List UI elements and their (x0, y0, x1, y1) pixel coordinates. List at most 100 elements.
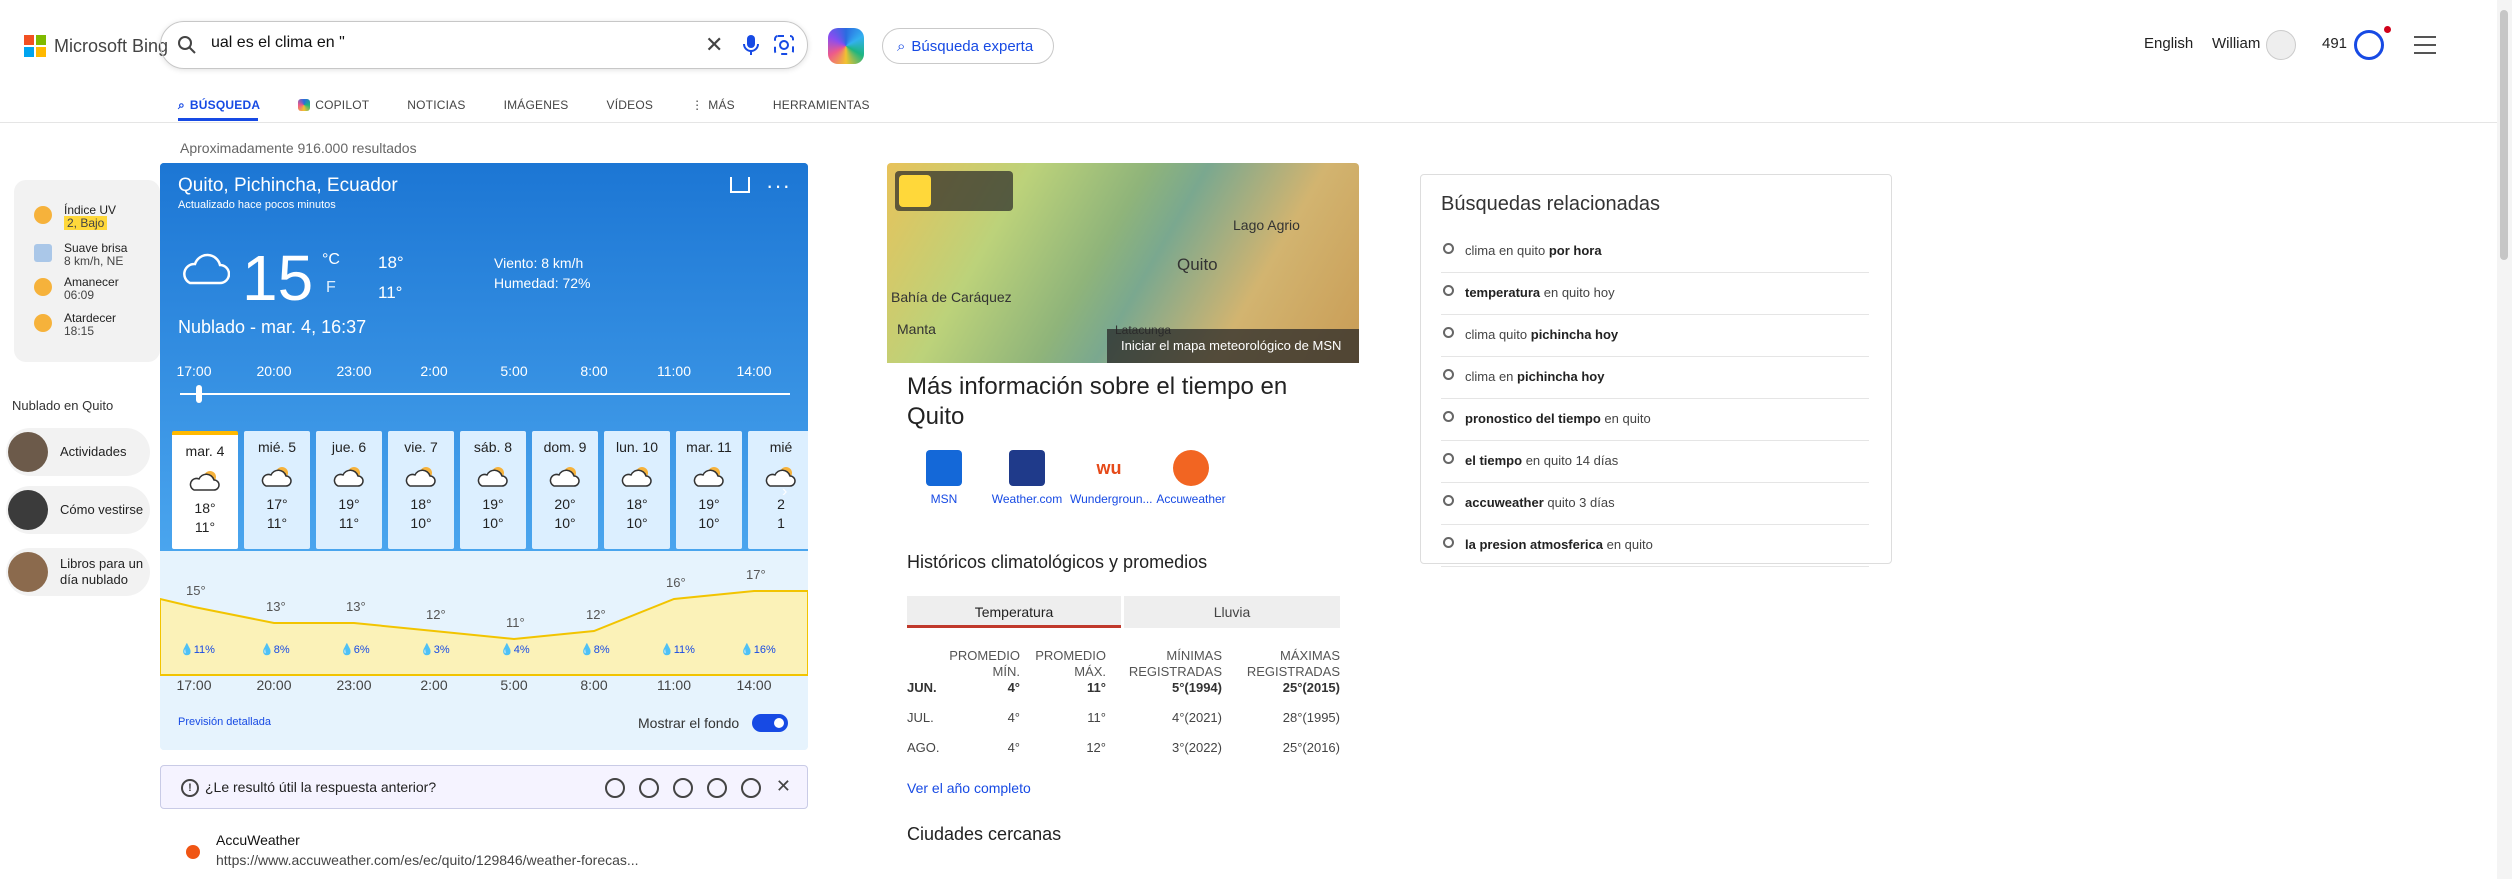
tab-videos[interactable]: VÍDEOS (607, 98, 654, 112)
day-forecast[interactable]: vie. 7 18° 10° (388, 431, 454, 549)
location-title[interactable]: Quito, Pichincha, Ecuador (178, 175, 398, 197)
unit-celsius[interactable]: °C (322, 251, 340, 269)
day-forecast[interactable]: dom. 9 20° 10° (532, 431, 598, 549)
source-msn[interactable]: MSN (905, 450, 983, 506)
tab-noticias[interactable]: NOTICIAS (407, 98, 465, 112)
table-cell: 4° (1007, 710, 1020, 725)
thermometer-icon[interactable] (899, 175, 931, 207)
more-options-icon[interactable]: ··· (766, 173, 791, 199)
tab-imagenes[interactable]: IMÁGENES (504, 98, 569, 112)
microphone-icon[interactable] (743, 34, 759, 56)
open-map-button[interactable]: Iniciar el mapa meteorológico de MSN (1107, 329, 1359, 363)
related-search-item[interactable]: el tiempo en quito 14 días (1441, 441, 1869, 483)
hour-slider-handle[interactable] (196, 385, 202, 403)
source-wunderground[interactable]: wu Wundergroun... (1070, 450, 1153, 506)
hour-slider-track[interactable] (180, 393, 790, 395)
rewards-points[interactable]: 491 (2322, 35, 2347, 52)
search-icon (1443, 285, 1454, 296)
cloud-sun-icon (404, 465, 438, 487)
search-input[interactable] (211, 34, 691, 52)
copilot-icon[interactable] (828, 28, 864, 64)
chevron-right-icon[interactable]: › (782, 483, 787, 501)
graph-hour-label: 20:00 (256, 677, 292, 693)
day-high: 20° (554, 496, 576, 512)
day-label: mié (769, 439, 793, 455)
avatar[interactable] (2266, 30, 2296, 60)
sunset-icon (34, 314, 52, 332)
table-cell: 11° (1087, 710, 1106, 725)
related-bold-text: el tiempo (1465, 453, 1523, 468)
day-forecast[interactable]: mié. 5 17° 11° (244, 431, 310, 549)
tab-copilot[interactable]: COPILOT (298, 98, 369, 112)
unit-fahrenheit[interactable]: F (326, 279, 336, 297)
source-weather-com[interactable]: Weather.com (988, 450, 1066, 506)
rewards-trophy-icon[interactable] (2354, 30, 2384, 60)
sad-face-icon[interactable] (639, 778, 659, 798)
user-name[interactable]: William (2212, 35, 2260, 52)
bing-logo[interactable]: Microsoft Bing (24, 32, 168, 60)
tab-busqueda[interactable]: ⌕ BÚSQUEDA (178, 98, 260, 113)
related-bold-text: pichincha hoy (1517, 369, 1605, 384)
related-search-item[interactable]: clima quito pichincha hoy (1441, 315, 1869, 357)
day-high: 2 (777, 496, 785, 512)
related-search-item[interactable]: temperatura en quito hoy (1441, 273, 1869, 315)
tab-mas[interactable]: ⋮ MÁS (691, 98, 735, 112)
day-low: 10° (482, 515, 504, 531)
expert-search-button[interactable]: ⌕ Búsqueda experta (882, 28, 1054, 64)
related-search-item[interactable]: la presion atmosferica en quito (1441, 525, 1869, 567)
tab-lluvia[interactable]: Lluvia (1124, 596, 1340, 628)
wind-layer-icon[interactable] (975, 175, 1007, 207)
very-sad-face-icon[interactable] (605, 778, 625, 798)
map-place-label: Lago Agrio (1233, 217, 1300, 233)
scrollbar-thumb[interactable] (2500, 10, 2508, 260)
day-forecast[interactable]: sáb. 8 19° 10° (460, 431, 526, 549)
share-icon[interactable] (730, 177, 750, 193)
result-site-name[interactable]: AccuWeather (216, 832, 300, 848)
weather-map[interactable]: Quito Lago Agrio Bahía de Caráquez Manta… (887, 163, 1359, 363)
result-url[interactable]: https://www.accuweather.com/es/ec/quito/… (216, 852, 639, 868)
related-search-item[interactable]: clima en quito por hora (1441, 231, 1869, 273)
related-plain-text: en quito (1603, 537, 1653, 552)
full-year-link[interactable]: Ver el año completo (907, 780, 1031, 796)
related-search-item[interactable]: clima en pichincha hoy (1441, 357, 1869, 399)
day-low: 10° (554, 515, 576, 531)
clothing-card[interactable]: Cómo vestirse (6, 486, 150, 534)
day-forecast[interactable]: mar. 4 18° 11° (172, 431, 238, 549)
books-card[interactable]: Libros para un día nublado (6, 548, 150, 596)
graph-temp-label: 15° (186, 583, 206, 598)
cloud-sun-icon (548, 465, 582, 487)
visual-search-icon[interactable] (773, 34, 795, 56)
related-plain-text: en quito 14 días (1522, 453, 1619, 468)
very-happy-face-icon[interactable] (741, 778, 761, 798)
cloud-sun-icon (188, 469, 222, 491)
background-toggle[interactable] (752, 714, 788, 732)
sunset-value: 18:15 (64, 324, 95, 339)
related-search-item[interactable]: pronostico del tiempo en quito (1441, 399, 1869, 441)
graph-hour-label: 2:00 (420, 677, 448, 693)
related-search-item[interactable]: accuweather quito 3 días (1441, 483, 1869, 525)
graph-temp-label: 11° (506, 615, 525, 630)
night-icon[interactable] (939, 175, 971, 207)
source-accuweather[interactable]: Accuweather (1152, 450, 1230, 506)
close-icon[interactable]: ✕ (776, 776, 791, 797)
day-label: mar. 4 (185, 443, 225, 459)
neutral-face-icon[interactable] (673, 778, 693, 798)
precip-value: 8% (593, 644, 610, 656)
day-forecast[interactable]: jue. 6 19° 11° (316, 431, 382, 549)
day-forecast[interactable]: mié 2 1 (748, 431, 808, 549)
history-title: Históricos climatológicos y promedios (907, 552, 1208, 572)
clear-icon[interactable]: ✕ (705, 32, 723, 58)
precip-value: 11% (673, 644, 695, 656)
day-forecast[interactable]: lun. 10 18° 10° (604, 431, 670, 549)
tab-temperatura[interactable]: Temperatura (907, 596, 1121, 628)
cloud-sun-icon (332, 465, 366, 487)
day-forecast[interactable]: mar. 11 19° 10° (676, 431, 742, 549)
language-link[interactable]: English (2144, 35, 2193, 52)
search-icon (1443, 243, 1454, 254)
tab-herramientas[interactable]: HERRAMIENTAS (773, 98, 870, 112)
detailed-forecast-link[interactable]: Previsión detallada (178, 716, 271, 728)
search-box[interactable]: ✕ (160, 21, 808, 69)
activity-card[interactable]: Actividades (6, 428, 150, 476)
happy-face-icon[interactable] (707, 778, 727, 798)
hamburger-menu-icon[interactable] (2414, 36, 2436, 60)
